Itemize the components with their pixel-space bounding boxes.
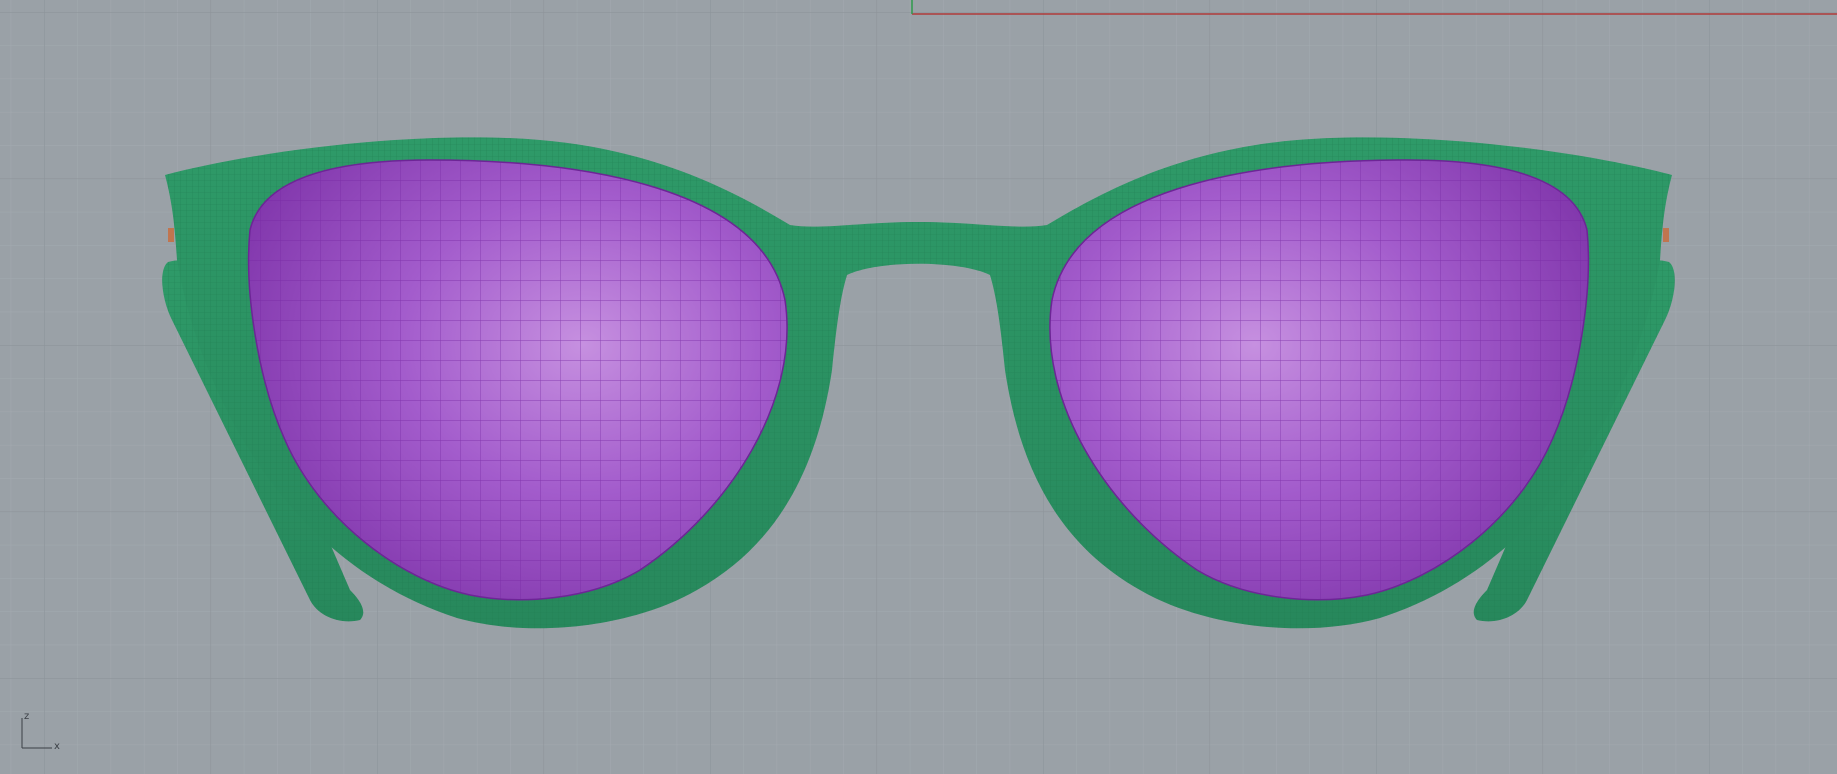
left-hinge <box>168 228 174 242</box>
viewport-front[interactable]: z x <box>0 0 1837 774</box>
axis-label-x: x <box>54 741 60 752</box>
scene-canvas[interactable] <box>0 0 1837 774</box>
axis-orientation-widget: z x <box>18 710 68 758</box>
right-hinge <box>1663 228 1669 242</box>
axis-label-z: z <box>24 711 30 722</box>
